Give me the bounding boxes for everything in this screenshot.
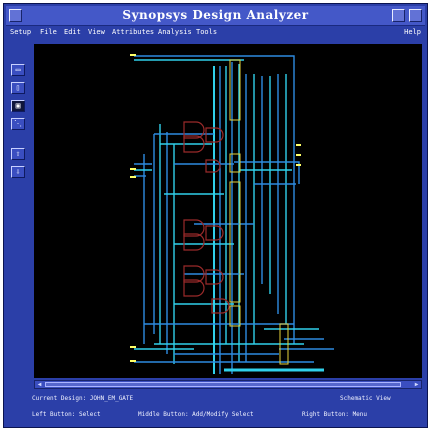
window-title: Synopsys Design Analyzer bbox=[122, 8, 309, 22]
right-button-hint: Right Button: Menu bbox=[302, 411, 368, 418]
menu-view[interactable]: View bbox=[88, 28, 105, 36]
horizontal-scrollbar[interactable]: ◀ ▶ bbox=[34, 380, 422, 389]
menu-file[interactable]: File bbox=[40, 28, 57, 36]
menu-bar: Setup File Edit View Attributes Analysis… bbox=[6, 26, 425, 41]
menu-setup[interactable]: Setup bbox=[10, 28, 31, 36]
zoom-in-icon[interactable]: ▯ bbox=[11, 82, 25, 94]
up-level-icon[interactable]: ⇧ bbox=[11, 148, 25, 160]
schematic-canvas[interactable] bbox=[34, 44, 422, 378]
schematic-drawing bbox=[130, 54, 334, 374]
scroll-left-icon[interactable]: ◀ bbox=[35, 381, 44, 388]
zoom-box-icon[interactable]: ▣ bbox=[11, 100, 25, 112]
zoom-fit-icon[interactable]: ▭ bbox=[11, 64, 25, 76]
left-button-hint: Left Button: Select bbox=[32, 411, 101, 418]
menu-analysis[interactable]: Analysis bbox=[158, 28, 192, 36]
scroll-right-icon[interactable]: ▶ bbox=[412, 381, 421, 388]
menu-edit[interactable]: Edit bbox=[64, 28, 81, 36]
scroll-thumb[interactable] bbox=[45, 382, 401, 387]
zoom-out-icon[interactable]: ⋱ bbox=[11, 118, 25, 130]
middle-button-hint: Middle Button: Add/Modify Select bbox=[138, 411, 254, 418]
maximize-button[interactable] bbox=[409, 9, 422, 22]
minimize-button[interactable] bbox=[392, 9, 405, 22]
menu-tools[interactable]: Tools bbox=[196, 28, 217, 36]
menu-attributes[interactable]: Attributes bbox=[112, 28, 154, 36]
menu-help[interactable]: Help bbox=[404, 28, 421, 36]
title-bar[interactable]: Synopsys Design Analyzer bbox=[6, 6, 425, 26]
view-mode-status: Schematic View bbox=[340, 395, 391, 402]
app-window: Synopsys Design Analyzer Setup File Edit… bbox=[3, 3, 428, 428]
screen: Synopsys Design Analyzer Setup File Edit… bbox=[0, 0, 433, 433]
current-design-status: Current Design: JOHN_EM_GATE bbox=[32, 395, 134, 402]
down-level-icon[interactable]: ⇩ bbox=[11, 166, 25, 178]
